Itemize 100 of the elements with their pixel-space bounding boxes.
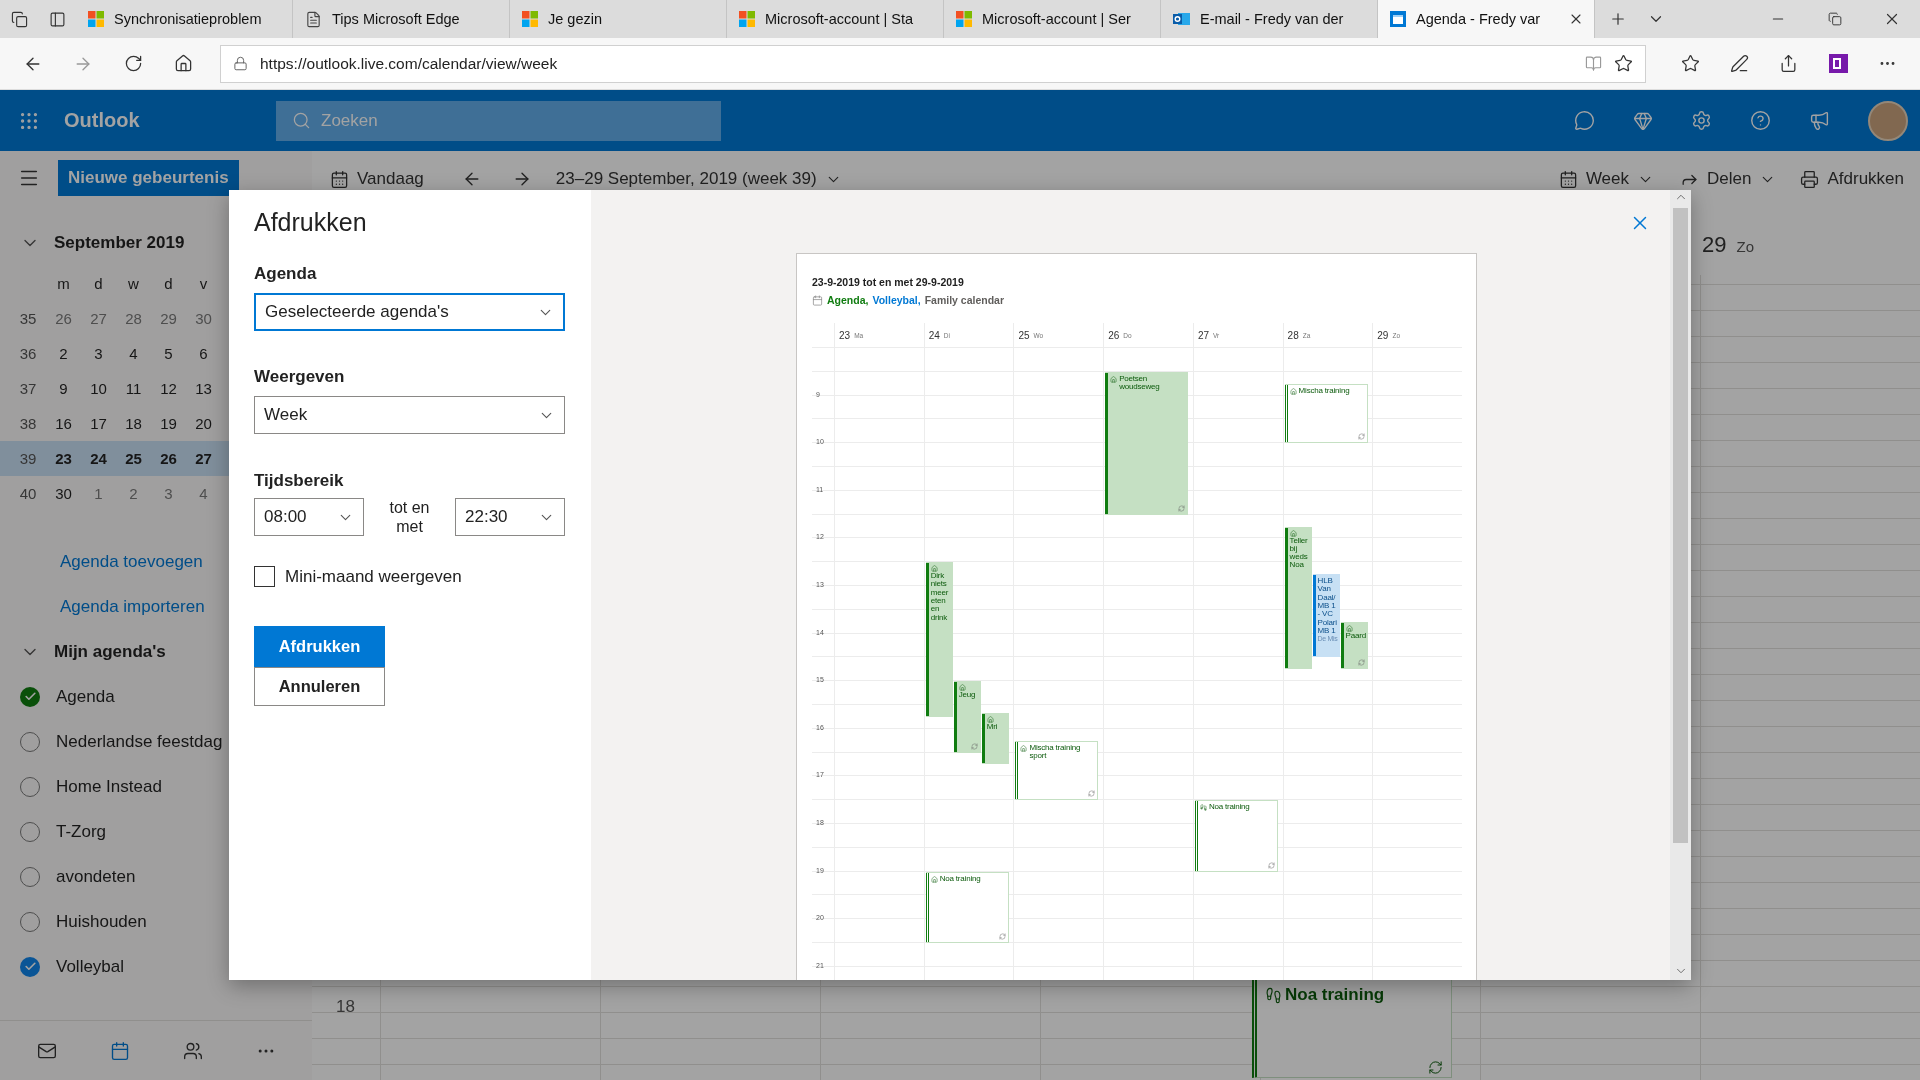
house-icon <box>1289 529 1297 537</box>
lock-icon <box>233 56 248 71</box>
tabs-aside-icon[interactable] <box>48 10 66 28</box>
people-icon[interactable] <box>182 1040 203 1061</box>
group-title: Mijn agenda's <box>54 641 166 662</box>
new-event-button[interactable]: Nieuwe gebeurtenis <box>58 160 239 196</box>
checkbox[interactable] <box>254 566 275 587</box>
event-title: Noa training <box>1285 985 1385 1005</box>
day-number: 29 <box>1377 329 1389 341</box>
calendar-item[interactable]: avondeten <box>0 854 312 899</box>
calendar-item[interactable]: Huishouden <box>0 899 312 944</box>
footprints-icon <box>1199 804 1207 812</box>
star-icon[interactable] <box>1614 54 1633 73</box>
field-label: Weergeven <box>254 366 345 388</box>
date-range-button[interactable]: 23–29 September, 2019 (week 39) <box>555 165 842 193</box>
calendar-day[interactable]: 17 <box>81 415 116 432</box>
time-dropdown[interactable]: 22:30 <box>455 498 565 536</box>
print-button[interactable]: Afdrukken <box>254 626 385 667</box>
day-number: 27 <box>1197 329 1209 341</box>
chat-icon[interactable] <box>1574 110 1595 131</box>
scrollbar[interactable] <box>1670 190 1691 980</box>
notebook-icon[interactable] <box>1828 54 1848 73</box>
search-icon <box>292 111 311 130</box>
calendar-day[interactable]: 25 <box>116 450 151 467</box>
scrollbar-thumb[interactable] <box>1673 208 1688 843</box>
calendar-day[interactable]: 26 <box>151 450 186 467</box>
calendar-item[interactable]: Volleybal <box>0 944 312 989</box>
time-dropdown[interactable]: 08:00 <box>254 498 364 536</box>
dropdown[interactable]: Week <box>254 396 565 434</box>
print-button[interactable]: Afdrukken <box>1800 165 1904 193</box>
home-icon[interactable] <box>173 54 193 73</box>
calendar-day[interactable]: 23 <box>46 450 81 467</box>
share-button[interactable]: Delen <box>1680 165 1777 193</box>
calendar-day[interactable]: 30 <box>46 485 81 502</box>
event-title: Mischa training sport <box>1029 743 1082 761</box>
calendar-item[interactable]: Nederlandse feestdag <box>0 719 312 764</box>
event-title: Teller bij weds Noa <box>1289 536 1309 570</box>
checkbox-label: Mini-maand weergeven <box>285 566 462 587</box>
refresh-icon[interactable] <box>123 54 143 73</box>
megaphone-icon[interactable] <box>1809 110 1830 131</box>
recurring-icon <box>1178 504 1186 512</box>
weekday-header: d <box>93 275 104 292</box>
calendar-day[interactable]: 12 <box>151 380 186 397</box>
weekday-header: d <box>163 275 174 292</box>
favorites-icon[interactable] <box>1681 54 1701 73</box>
calendar-day[interactable]: 3 <box>81 345 116 362</box>
calendar-day[interactable]: 24 <box>81 450 116 467</box>
calendar-day[interactable]: 18 <box>116 415 151 432</box>
view-button[interactable]: Week <box>1558 165 1655 193</box>
calendar-day[interactable]: 4 <box>116 345 151 362</box>
calendar-icon[interactable] <box>109 1040 130 1061</box>
page-icon <box>305 10 322 28</box>
footprints-icon <box>1265 987 1282 1004</box>
pen-icon[interactable] <box>1730 54 1750 73</box>
help-icon[interactable] <box>1750 110 1771 131</box>
range-separator: tot en met <box>388 498 431 536</box>
microsoft-logo-icon <box>956 11 972 27</box>
calendar-day[interactable]: 9 <box>46 380 81 397</box>
calendar-icon <box>1558 169 1578 189</box>
calendar-name: Agenda, <box>827 294 869 306</box>
hour-label: 18 <box>336 997 355 1017</box>
browser-tab[interactable]: Agenda - Fredy var <box>1378 0 1595 38</box>
week-number: 36 <box>18 345 38 362</box>
house-icon <box>1020 744 1028 752</box>
day-number: 29 <box>1702 232 1727 258</box>
diamond-icon[interactable] <box>1633 110 1653 131</box>
cancel-button[interactable]: Annuleren <box>254 667 385 706</box>
calendar-icon <box>812 294 823 306</box>
check-icon <box>23 960 37 973</box>
settings-icon[interactable] <box>1691 110 1712 131</box>
calendar-item[interactable]: Home Instead <box>0 764 312 809</box>
calendar-day[interactable]: 6 <box>186 345 221 362</box>
month-title: September 2019 <box>54 233 185 253</box>
avatar[interactable] <box>1868 100 1908 141</box>
recurring-icon <box>1088 790 1096 798</box>
calendar-day[interactable]: 16 <box>46 415 81 432</box>
event-title: Mri <box>986 723 998 732</box>
calendar-day[interactable]: 13 <box>186 380 221 397</box>
restore-icon[interactable] <box>1827 12 1842 26</box>
calendar-day[interactable]: 20 <box>186 415 221 432</box>
recurring-icon <box>970 742 978 750</box>
recurring-icon <box>1267 861 1275 869</box>
address-field[interactable]: https://outlook.live.com/calendar/view/week <box>220 44 1646 83</box>
calendar-toggle[interactable] <box>20 686 40 707</box>
calendar-day[interactable]: 19 <box>151 415 186 432</box>
calendar-day[interactable]: 27 <box>186 450 221 467</box>
calendar-day[interactable]: 11 <box>116 380 151 397</box>
reading-view-icon[interactable] <box>1585 55 1602 72</box>
today-button[interactable]: Vandaag <box>330 165 424 193</box>
tab-set-icon[interactable] <box>10 10 28 28</box>
calendar-day[interactable]: 10 <box>81 380 116 397</box>
recurring-icon <box>998 933 1006 940</box>
calendar-day[interactable]: 5 <box>151 345 186 362</box>
calendar-toggle[interactable] <box>20 956 40 977</box>
dropdown[interactable]: Geselecteerde agenda's <box>254 293 565 331</box>
house-icon <box>958 684 966 692</box>
weekday-header: m <box>56 275 71 292</box>
calendar-item[interactable]: T-Zorg <box>0 809 312 854</box>
new-tab-icon[interactable] <box>1609 10 1627 28</box>
calendar-day[interactable]: 2 <box>46 345 81 362</box>
